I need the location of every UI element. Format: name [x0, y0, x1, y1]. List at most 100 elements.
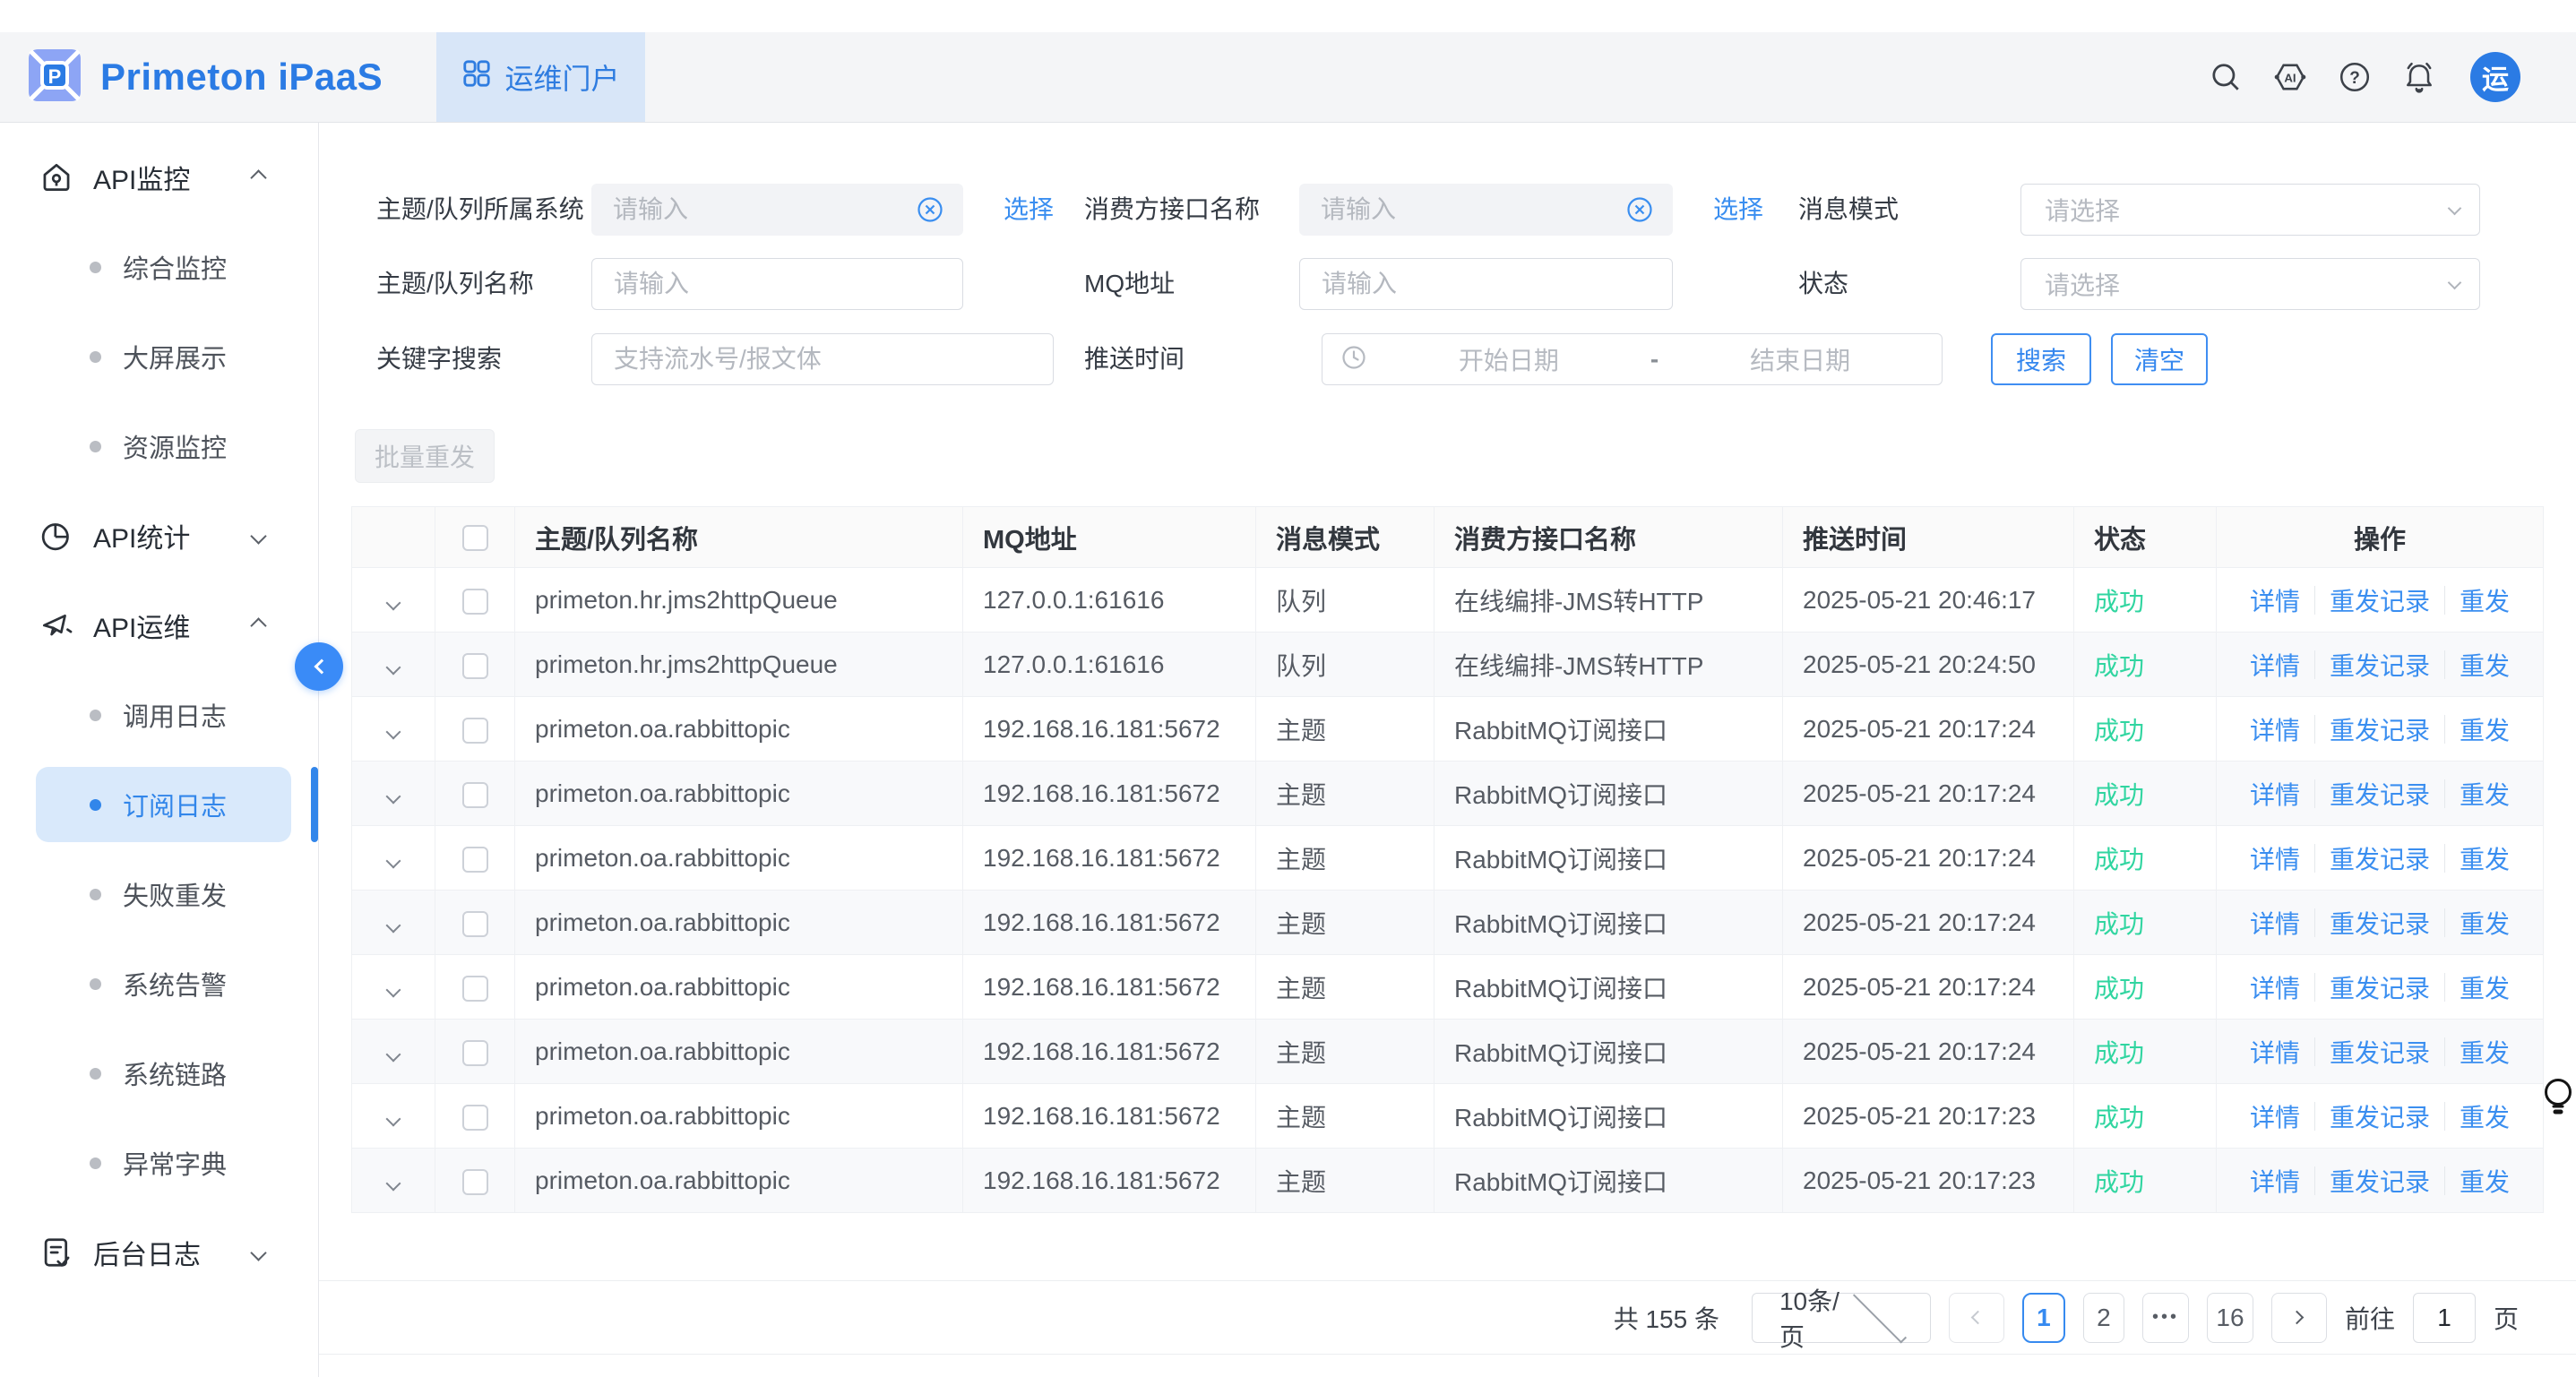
sidebar-item-subscribe-log[interactable]: 订阅日志	[0, 760, 318, 849]
notification-bell-icon[interactable]	[2402, 60, 2436, 94]
detail-link[interactable]: 详情	[2250, 1098, 2300, 1134]
top-header: P Primeton iPaaS 运维门户	[0, 32, 2576, 123]
tab-ops-portal[interactable]: 运维门户	[436, 32, 645, 122]
start-date-placeholder[interactable]: 开始日期	[1367, 341, 1650, 377]
resend-link[interactable]: 重发	[2460, 1034, 2510, 1070]
clear-circle-icon[interactable]	[917, 196, 943, 223]
clear-circle-icon[interactable]	[1626, 196, 1653, 223]
ai-assistant-icon[interactable]: AI	[2273, 60, 2307, 94]
system-choose-link[interactable]: 选择	[1004, 184, 1054, 236]
consumer-choose-link[interactable]: 选择	[1713, 184, 1763, 236]
row-expand-icon[interactable]	[386, 595, 401, 610]
row-expand-icon[interactable]	[386, 788, 401, 804]
resend-link[interactable]: 重发	[2460, 1163, 2510, 1199]
jump-page-input[interactable]	[2413, 1293, 2476, 1343]
clear-button[interactable]: 清空	[2111, 333, 2208, 385]
page-button-16[interactable]: 16	[2207, 1293, 2253, 1343]
detail-link[interactable]: 详情	[2250, 711, 2300, 747]
next-page-button[interactable]	[2271, 1293, 2327, 1343]
sidebar-item-big-screen[interactable]: 大屏展示	[0, 312, 318, 401]
row-expand-icon[interactable]	[386, 917, 401, 933]
row-expand-icon[interactable]	[386, 1175, 401, 1191]
search-button[interactable]: 搜索	[1991, 333, 2091, 385]
detail-link[interactable]: 详情	[2250, 969, 2300, 1005]
resend-link[interactable]: 重发	[2460, 776, 2510, 812]
resend-link[interactable]: 重发	[2460, 969, 2510, 1005]
resend-record-link[interactable]: 重发记录	[2330, 1098, 2430, 1134]
sidebar-item-api-ops[interactable]: API运维	[0, 581, 318, 670]
resend-link[interactable]: 重发	[2460, 905, 2510, 941]
resend-record-link[interactable]: 重发记录	[2330, 905, 2430, 941]
row-checkbox[interactable]	[462, 847, 488, 873]
detail-link[interactable]: 详情	[2250, 1163, 2300, 1199]
row-checkbox[interactable]	[462, 1169, 488, 1195]
row-expand-icon[interactable]	[386, 659, 401, 675]
row-checkbox[interactable]	[462, 1105, 488, 1131]
row-expand-icon[interactable]	[386, 982, 401, 997]
search-icon[interactable]	[2209, 60, 2243, 94]
prev-page-button[interactable]	[1949, 1293, 2004, 1343]
row-expand-icon[interactable]	[386, 724, 401, 739]
row-checkbox[interactable]	[462, 589, 488, 615]
user-avatar[interactable]: 运	[2470, 52, 2520, 102]
row-expand-icon[interactable]	[386, 1111, 401, 1126]
page-size-select[interactable]: 10条/页	[1752, 1293, 1931, 1343]
detail-link[interactable]: 详情	[2250, 582, 2300, 618]
detail-link[interactable]: 详情	[2250, 905, 2300, 941]
resend-record-link[interactable]: 重发记录	[2330, 582, 2430, 618]
lightbulb-icon[interactable]	[2543, 1077, 2575, 1130]
detail-link[interactable]: 详情	[2250, 840, 2300, 876]
page-button-1[interactable]: 1	[2022, 1293, 2065, 1343]
end-date-placeholder[interactable]: 结束日期	[1658, 341, 1942, 377]
cell-mq: 127.0.0.1:61616	[963, 633, 1256, 697]
batch-resend-button[interactable]: 批量重发	[355, 429, 495, 483]
row-checkbox[interactable]	[462, 976, 488, 1002]
detail-link[interactable]: 详情	[2250, 1034, 2300, 1070]
mq-address-input[interactable]	[1299, 258, 1673, 310]
row-expand-icon[interactable]	[386, 853, 401, 868]
sidebar-item-resource-monitor[interactable]: 资源监控	[0, 401, 318, 491]
sidebar-item-system-link[interactable]: 系统链路	[0, 1028, 318, 1118]
sidebar-item-backend-log[interactable]: 后台日志	[0, 1208, 318, 1297]
cell-mode: 主题	[1256, 1084, 1434, 1149]
row-expand-icon[interactable]	[386, 1046, 401, 1062]
row-checkbox[interactable]	[462, 911, 488, 937]
select-all-checkbox[interactable]	[462, 525, 488, 551]
resend-record-link[interactable]: 重发记录	[2330, 647, 2430, 683]
page-button-2[interactable]: 2	[2083, 1293, 2124, 1343]
consumer-input[interactable]	[1299, 184, 1673, 236]
resend-record-link[interactable]: 重发记录	[2330, 1163, 2430, 1199]
resend-link[interactable]: 重发	[2460, 1098, 2510, 1134]
sidebar-collapse-button[interactable]	[295, 642, 343, 691]
help-icon[interactable]: ?	[2338, 60, 2372, 94]
row-checkbox[interactable]	[462, 653, 488, 679]
resend-record-link[interactable]: 重发记录	[2330, 776, 2430, 812]
resend-link[interactable]: 重发	[2460, 582, 2510, 618]
detail-link[interactable]: 详情	[2250, 776, 2300, 812]
queue-name-input[interactable]	[591, 258, 963, 310]
sidebar-item-call-log[interactable]: 调用日志	[0, 670, 318, 760]
sidebar-item-system-alarm[interactable]: 系统告警	[0, 939, 318, 1028]
resend-record-link[interactable]: 重发记录	[2330, 711, 2430, 747]
resend-record-link[interactable]: 重发记录	[2330, 969, 2430, 1005]
row-checkbox[interactable]	[462, 1040, 488, 1066]
system-input[interactable]	[591, 184, 963, 236]
sidebar-item-api-monitor[interactable]: API监控	[0, 133, 318, 222]
sidebar-item-fail-resend[interactable]: 失败重发	[0, 849, 318, 939]
keyword-input[interactable]	[591, 333, 1054, 385]
detail-link[interactable]: 详情	[2250, 647, 2300, 683]
sidebar-item-overall-monitor[interactable]: 综合监控	[0, 222, 318, 312]
mode-select[interactable]: 请选择	[2020, 184, 2480, 236]
resend-link[interactable]: 重发	[2460, 840, 2510, 876]
push-time-range-picker[interactable]: 开始日期 - 结束日期	[1322, 333, 1943, 385]
resend-link[interactable]: 重发	[2460, 647, 2510, 683]
row-checkbox[interactable]	[462, 782, 488, 808]
status-select[interactable]: 请选择	[2020, 258, 2480, 310]
sidebar-item-exception-dict[interactable]: 异常字典	[0, 1118, 318, 1208]
row-checkbox[interactable]	[462, 718, 488, 744]
resend-record-link[interactable]: 重发记录	[2330, 1034, 2430, 1070]
sidebar-item-api-stats[interactable]: API统计	[0, 491, 318, 581]
resend-link[interactable]: 重发	[2460, 711, 2510, 747]
page-ellipsis-button[interactable]: •••	[2142, 1293, 2189, 1343]
resend-record-link[interactable]: 重发记录	[2330, 840, 2430, 876]
